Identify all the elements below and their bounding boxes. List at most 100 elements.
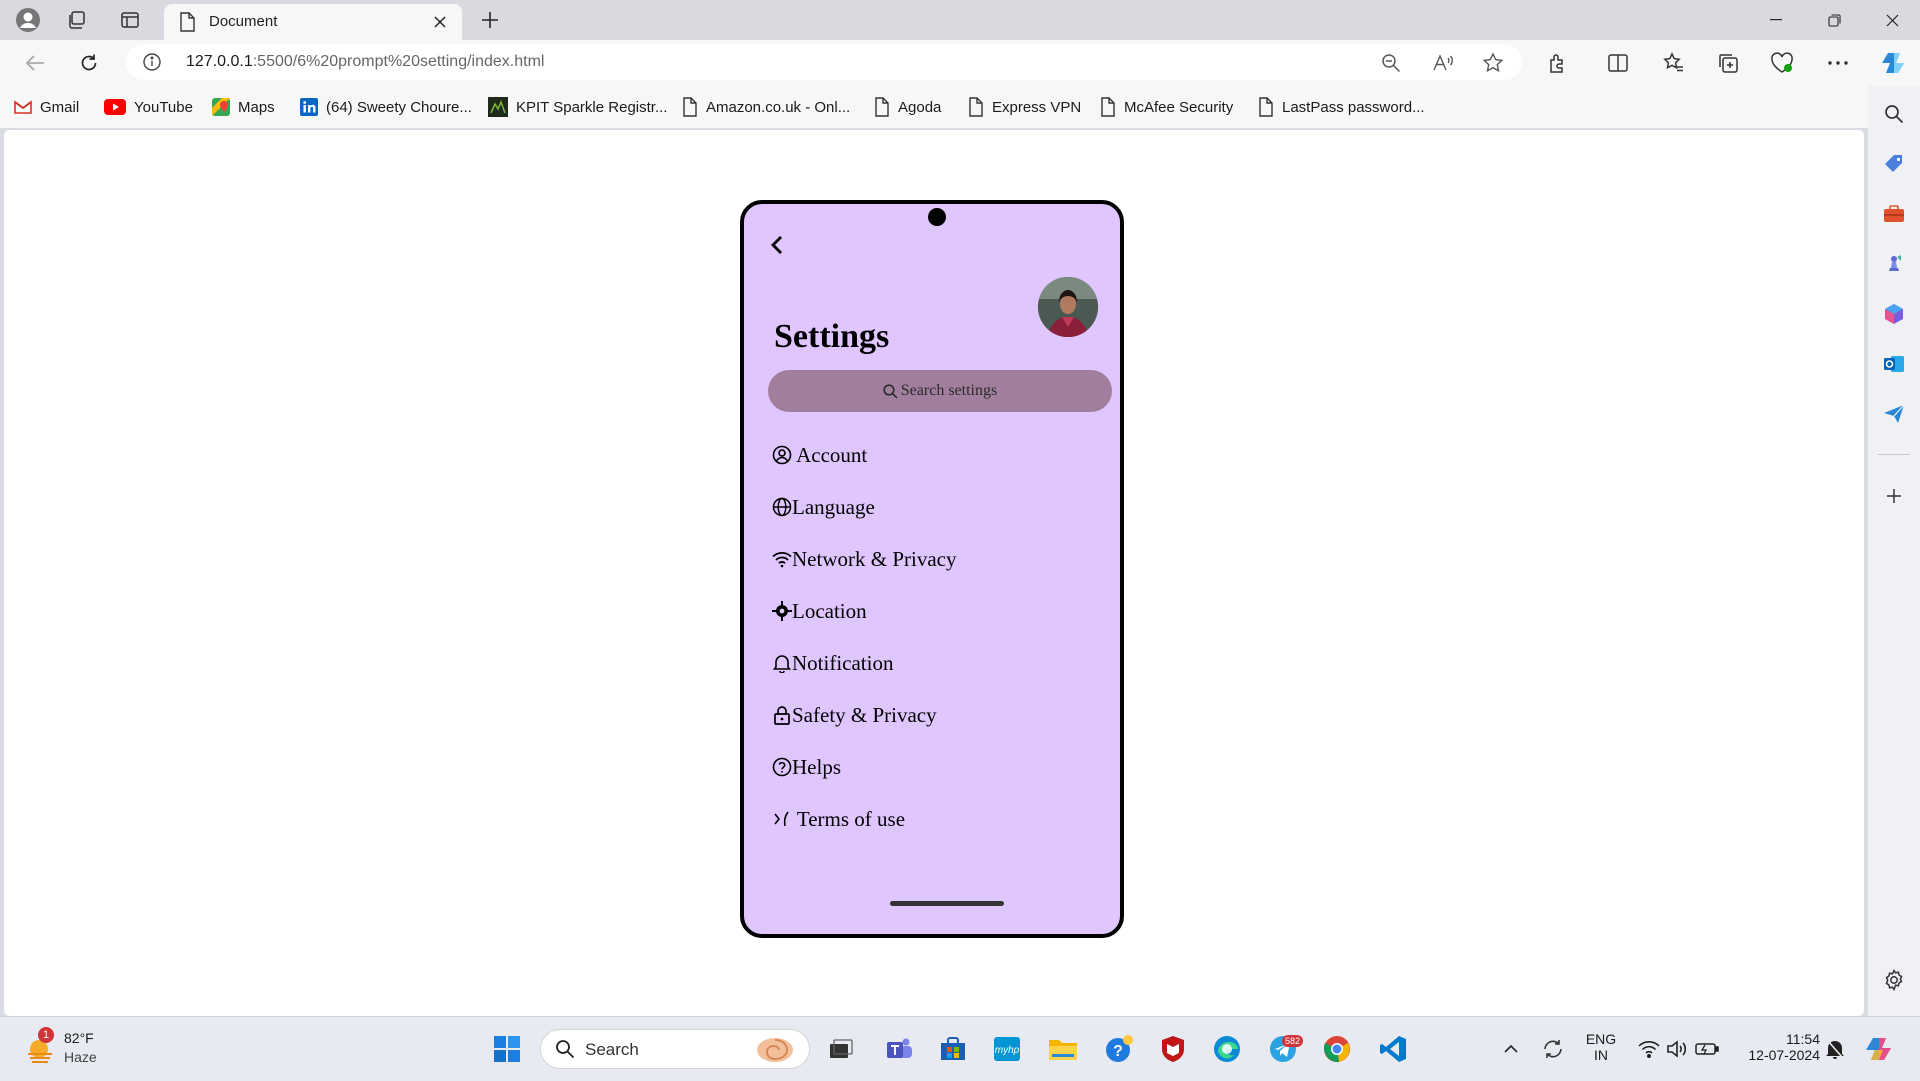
edge-browser-icon[interactable] — [1210, 1032, 1244, 1066]
clock[interactable]: 11:54 12-07-2024 — [1730, 1031, 1820, 1063]
copilot-taskbar-icon[interactable] — [1862, 1032, 1896, 1066]
clock-date: 12-07-2024 — [1748, 1047, 1820, 1063]
shopping-tag-icon[interactable] — [1880, 150, 1908, 178]
chrome-icon[interactable] — [1320, 1032, 1354, 1066]
home-indicator[interactable] — [890, 901, 1004, 906]
collections-icon[interactable] — [1714, 49, 1742, 77]
browser-toolbar: 127.0.0.1:5500/6%20prompt%20setting/inde… — [0, 40, 1920, 86]
page-icon — [1100, 97, 1116, 117]
new-tab-icon[interactable] — [476, 6, 504, 34]
bookmark-mcafee[interactable]: McAfee Security — [1100, 96, 1233, 118]
volume-tray-icon[interactable] — [1660, 1032, 1694, 1066]
more-options-icon[interactable] — [1824, 49, 1852, 77]
get-help-icon[interactable]: ? — [1102, 1032, 1136, 1066]
tab-title: Document — [209, 13, 278, 30]
taskbar-search-label: Search — [585, 1040, 639, 1059]
microsoft365-icon[interactable] — [1880, 300, 1908, 328]
copilot-icon[interactable] — [1878, 47, 1910, 79]
close-window-icon[interactable] — [1864, 0, 1920, 40]
myhp-icon[interactable]: myhp — [990, 1032, 1024, 1066]
mcafee-icon[interactable] — [1156, 1032, 1190, 1066]
address-bar[interactable]: 127.0.0.1:5500/6%20prompt%20setting/inde… — [126, 44, 1522, 80]
search-icon — [555, 1039, 575, 1059]
location-crosshair-icon — [772, 601, 792, 621]
teams-icon[interactable] — [882, 1032, 916, 1066]
gmail-icon — [14, 100, 32, 114]
tab-document[interactable]: Document — [164, 4, 462, 40]
menu-item-safety-privacy[interactable]: Safety & Privacy — [772, 700, 937, 730]
weather-temp: 82°F — [64, 1030, 94, 1046]
bookmark-express-vpn[interactable]: Express VPN — [968, 96, 1081, 118]
avatar[interactable] — [1038, 277, 1098, 337]
menu-item-language[interactable]: Language — [772, 492, 875, 522]
site-info-icon[interactable] — [142, 52, 162, 72]
bookmark-amazon[interactable]: Amazon.co.uk - Onl... — [682, 96, 850, 118]
back-chevron-icon[interactable] — [764, 232, 790, 258]
vscode-icon[interactable] — [1376, 1032, 1410, 1066]
page-title: Settings — [774, 318, 890, 355]
close-tab-icon[interactable] — [428, 10, 452, 34]
minimize-icon[interactable] — [1748, 0, 1804, 40]
bookmark-agoda[interactable]: Agoda — [874, 96, 941, 118]
favorite-star-icon[interactable] — [1480, 50, 1506, 76]
weather-widget[interactable]: 1 82°F Haze — [20, 1027, 140, 1071]
favorites-icon[interactable] — [1660, 49, 1688, 77]
show-hidden-icons-chevron-icon[interactable] — [1494, 1032, 1528, 1066]
search-icon[interactable] — [1880, 100, 1908, 128]
svg-text:myhp: myhp — [995, 1045, 1020, 1056]
bookmark-lastpass[interactable]: LastPass password... — [1258, 96, 1425, 118]
browser-essentials-icon[interactable] — [1768, 49, 1796, 77]
extensions-icon[interactable] — [1544, 49, 1572, 77]
bookmark-maps[interactable]: Maps — [212, 96, 275, 118]
kpit-icon — [488, 97, 508, 117]
search-highlight-shell-icon — [751, 1034, 797, 1064]
telegram-unread-badge: 582 — [1282, 1035, 1304, 1047]
menu-item-location[interactable]: Location — [772, 596, 867, 626]
task-view-icon[interactable] — [824, 1032, 858, 1066]
search-input[interactable]: Search settings — [768, 370, 1112, 412]
taskbar: 1 82°F Haze Search myhp ? 582 ENG IN 11:… — [0, 1016, 1920, 1081]
bookmarks-bar: Gmail YouTube Maps (64) Sweety Choure...… — [0, 86, 1880, 128]
start-windows-icon[interactable] — [490, 1032, 524, 1066]
search-icon — [883, 383, 898, 399]
bookmark-gmail[interactable]: Gmail — [14, 96, 79, 118]
read-aloud-icon[interactable] — [1430, 50, 1456, 76]
outlook-icon[interactable] — [1880, 350, 1908, 378]
bookmark-youtube[interactable]: YouTube — [104, 96, 193, 118]
weather-condition: Haze — [64, 1049, 97, 1065]
profile-icon[interactable] — [14, 6, 42, 34]
microsoft-store-icon[interactable] — [936, 1032, 970, 1066]
page-icon — [178, 12, 196, 32]
games-chess-icon[interactable] — [1880, 250, 1908, 278]
page-icon — [682, 97, 698, 117]
back-arrow-icon[interactable] — [20, 48, 50, 78]
add-sidebar-app-icon[interactable] — [1880, 482, 1908, 510]
zoom-icon[interactable] — [1378, 50, 1404, 76]
reload-icon[interactable] — [74, 48, 104, 78]
workspaces-icon[interactable] — [62, 6, 90, 34]
file-explorer-icon[interactable] — [1046, 1032, 1080, 1066]
edge-sidebar — [1868, 86, 1920, 1016]
menu-item-network-privacy[interactable]: Network & Privacy — [772, 544, 956, 574]
sync-tray-icon[interactable] — [1536, 1032, 1570, 1066]
bookmark-linkedin[interactable]: (64) Sweety Choure... — [300, 96, 472, 118]
vertical-tabs-icon[interactable] — [116, 6, 144, 34]
menu-item-helps[interactable]: Helps — [772, 752, 841, 782]
notifications-bell-icon[interactable] — [1818, 1032, 1852, 1066]
help-circle-icon — [772, 757, 792, 777]
bookmark-kpit[interactable]: KPIT Sparkle Registr... — [488, 96, 667, 118]
menu-item-terms-of-use[interactable]: Terms of use — [772, 804, 905, 834]
taskbar-search-input[interactable]: Search — [540, 1029, 810, 1069]
split-screen-icon[interactable] — [1604, 49, 1632, 77]
menu-item-notification[interactable]: Notification — [772, 648, 893, 678]
menu-item-account[interactable]: Account — [772, 440, 867, 470]
maps-icon — [212, 98, 230, 116]
tools-briefcase-icon[interactable] — [1880, 200, 1908, 228]
restore-icon[interactable] — [1806, 0, 1862, 40]
language-indicator[interactable]: ENG IN — [1584, 1031, 1618, 1063]
sidebar-divider — [1878, 454, 1910, 455]
tab-strip: Document — [0, 0, 1920, 40]
send-message-icon[interactable] — [1880, 400, 1908, 428]
battery-tray-icon[interactable] — [1690, 1032, 1724, 1066]
sidebar-settings-gear-icon[interactable] — [1880, 966, 1908, 994]
